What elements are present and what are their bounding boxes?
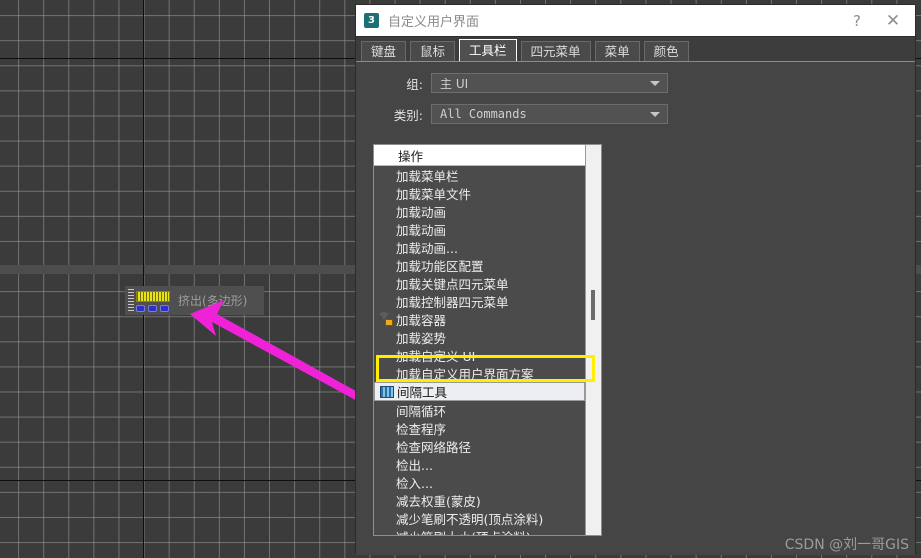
floating-toolbar-buttons: [136, 289, 172, 312]
tab-keyboard[interactable]: 键盘: [361, 41, 407, 61]
help-button[interactable]: ?: [839, 6, 875, 36]
list-item-label: 加载动画: [396, 222, 447, 238]
list-item-label: 加载容器: [396, 312, 447, 328]
scrollbar-thumb[interactable]: [591, 290, 595, 320]
category-row: 类别: All Commands: [368, 104, 921, 124]
close-icon[interactable]: ✕: [875, 6, 911, 36]
list-item[interactable]: 加载控制器四元菜单: [374, 292, 585, 310]
load-container-icon: [379, 312, 393, 326]
group-row: 组: 主 UI: [368, 73, 921, 93]
list-item-label: 检查网络路径: [396, 439, 472, 455]
list-item-label: 加载自定义 UI: [396, 348, 476, 364]
list-item[interactable]: 加载关键点四元菜单: [374, 274, 585, 292]
list-item-label: 加载动画...: [396, 240, 458, 256]
app-icon: 3: [364, 13, 379, 28]
tab-quad-menus[interactable]: 四元菜单: [520, 41, 591, 61]
floating-toolbar-dots: [136, 305, 172, 312]
category-select[interactable]: All Commands: [431, 104, 668, 124]
toolbar-dot-icon[interactable]: [148, 305, 157, 312]
chevron-down-icon: [650, 81, 660, 86]
tab-menus[interactable]: 菜单: [594, 41, 640, 61]
dialog-titlebar[interactable]: 3 自定义用户界面 ? ✕: [356, 5, 915, 36]
list-item[interactable]: 加载动画: [374, 220, 585, 238]
group-label: 组:: [406, 76, 423, 92]
list-item[interactable]: 间隔工具: [374, 382, 585, 401]
list-item-label: 加载功能区配置: [396, 258, 484, 274]
list-item[interactable]: 间隔循环: [374, 401, 585, 419]
grid-axis-vertical: [143, 0, 144, 558]
actions-listbox[interactable]: 操作 加载菜单栏 加载菜单文件 加载动画 加载动画 加载动画... 加载功能区配置 加载关键…: [373, 144, 602, 536]
list-item[interactable]: 加载动画: [374, 202, 585, 220]
list-item[interactable]: 减少笔刷大小(顶点涂料): [374, 527, 585, 536]
list-item[interactable]: 加载菜单栏: [374, 166, 585, 184]
category-label: 类别:: [393, 107, 423, 123]
tab-colors[interactable]: 颜色: [643, 41, 689, 61]
left-panel: 组: 主 UI 类别: All Commands: [368, 62, 921, 124]
list-item-label: 检入...: [396, 475, 433, 491]
list-item-label: 间隔循环: [396, 403, 447, 419]
toolbar-dot-icon[interactable]: [160, 305, 169, 312]
category-select-value: All Commands: [440, 107, 527, 121]
list-item-label: 加载自定义用户界面方案: [396, 366, 534, 382]
screen-root: 挤出(多边形) 3 自定义用户界面 ? ✕ 键盘 鼠标 工具栏 四元菜单 菜单 …: [0, 0, 921, 558]
list-item-label: 减少笔刷大小(顶点涂料): [379, 527, 531, 536]
tab-toolbars[interactable]: 工具栏: [459, 39, 517, 61]
extrude-strip-icon: [136, 291, 170, 302]
actions-list-inner: 操作 加载菜单栏 加载菜单文件 加载动画 加载动画 加载动画... 加载功能区配置 加载关键…: [374, 145, 585, 535]
list-item-label: 减少笔刷不透明(顶点涂料): [396, 511, 544, 527]
dialog-body: 组: 主 UI 类别: All Commands 操作 加载菜单栏 加载菜单文件…: [356, 61, 915, 555]
list-item-label: 检出...: [396, 457, 433, 473]
chevron-down-icon: [650, 112, 660, 117]
list-item-label: 减去权重(蒙皮): [396, 493, 481, 509]
floating-toolbar-extrude[interactable]: 挤出(多边形): [125, 286, 264, 315]
spacing-tool-icon: [380, 385, 394, 398]
list-item[interactable]: 检查网络路径: [374, 437, 585, 455]
list-item[interactable]: 加载动画...: [374, 238, 585, 256]
list-item[interactable]: 检入...: [374, 473, 585, 491]
drag-grip-icon[interactable]: [128, 289, 134, 312]
list-item[interactable]: 检查程序: [374, 419, 585, 437]
list-item-label: 检查程序: [396, 421, 447, 437]
list-item[interactable]: 减去权重(蒙皮): [374, 491, 585, 509]
actions-list-items: 加载菜单栏 加载菜单文件 加载动画 加载动画 加载动画... 加载功能区配置 加载关键点四元…: [374, 166, 585, 535]
list-item-label: 加载姿势: [396, 330, 447, 346]
dialog-title: 自定义用户界面: [388, 15, 480, 30]
list-item[interactable]: 加载姿势: [374, 328, 585, 346]
list-item[interactable]: 加载自定义用户界面方案: [374, 364, 585, 382]
list-item[interactable]: 加载容器: [374, 310, 585, 328]
list-item-label: 加载菜单文件: [396, 186, 472, 202]
list-item[interactable]: 加载自定义 UI: [374, 346, 585, 364]
list-item[interactable]: 加载菜单文件: [374, 184, 585, 202]
floating-toolbar-label: 挤出(多边形): [178, 294, 248, 308]
group-select-value: 主 UI: [440, 76, 469, 91]
toolbar-dot-icon[interactable]: [136, 305, 145, 312]
list-item-label: 间隔工具: [397, 385, 448, 400]
list-item[interactable]: 减少笔刷不透明(顶点涂料): [374, 509, 585, 527]
list-item[interactable]: 加载功能区配置: [374, 256, 585, 274]
actions-list-header: 操作: [374, 145, 585, 166]
customize-ui-dialog: 3 自定义用户界面 ? ✕ 键盘 鼠标 工具栏 四元菜单 菜单 颜色 组: 主 …: [356, 5, 915, 555]
watermark: CSDN @刘一哥GIS: [784, 537, 909, 553]
group-select[interactable]: 主 UI: [431, 73, 668, 93]
tab-mouse[interactable]: 鼠标: [410, 41, 456, 61]
list-item-label: 加载控制器四元菜单: [396, 294, 509, 310]
list-item-label: 加载动画: [396, 204, 447, 220]
list-item[interactable]: 检出...: [374, 455, 585, 473]
dialog-tabs: 键盘 鼠标 工具栏 四元菜单 菜单 颜色: [356, 36, 915, 61]
actions-list-scrollbar[interactable]: [585, 145, 601, 535]
list-item-label: 加载关键点四元菜单: [396, 276, 509, 292]
list-item-label: 加载菜单栏: [396, 168, 459, 184]
